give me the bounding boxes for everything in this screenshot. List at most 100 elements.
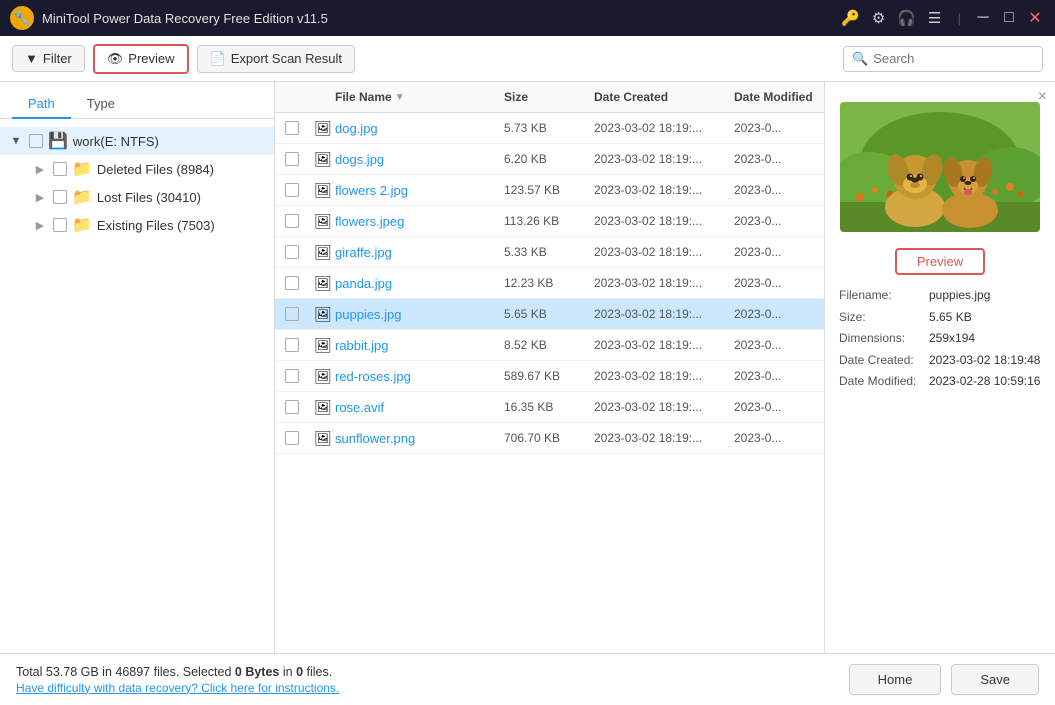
file-name: red-roses.jpg [335,369,411,384]
expand-icon[interactable]: ▼ [8,133,24,149]
date-modified-value: 2023-02-28 10:59:16 [929,371,1040,393]
file-tree: ▼ 💾 work(E: NTFS) ▶ 📁 Deleted Files (898… [0,119,274,653]
existing-folder-icon: 📁 [72,215,92,235]
tree-item-lost[interactable]: ▶ 📁 Lost Files (30410) [24,183,274,211]
filter-button[interactable]: ▼ Filter [12,45,85,72]
table-row[interactable]: 🖼 sunflower.png 706.70 KB 2023-03-02 18:… [275,423,824,454]
file-date-created: 2023-03-02 18:19:... [594,400,734,414]
lost-checkbox[interactable] [53,190,67,204]
help-link[interactable]: Have difficulty with data recovery? Clic… [16,681,339,695]
preview-icon: 👁 [107,51,124,67]
table-row[interactable]: 🖼 dog.jpg 5.73 KB 2023-03-02 18:19:... 2… [275,113,824,144]
deleted-label: Deleted Files (8984) [97,162,214,177]
preview-btn-container: Preview [835,248,1045,275]
meta-row-date-modified: Date Modified: 2023-02-28 10:59:16 [839,371,1041,393]
table-row[interactable]: 🖼 puppies.jpg 5.65 KB 2023-03-02 18:19:.… [275,299,824,330]
row-checkbox[interactable] [285,431,299,445]
key-icon[interactable]: 🔑 [840,7,862,29]
statusbar-summary: Total 53.78 GB in 46897 files. Selected … [16,665,339,679]
file-date-created: 2023-03-02 18:19:... [594,214,734,228]
row-checkbox[interactable] [285,276,299,290]
table-row[interactable]: 🖼 rose.avif 16.35 KB 2023-03-02 18:19:..… [275,392,824,423]
row-checkbox[interactable] [285,400,299,414]
row-checkbox[interactable] [285,245,299,259]
table-row[interactable]: 🖼 panda.jpg 12.23 KB 2023-03-02 18:19:..… [275,268,824,299]
header-size[interactable]: Size [504,90,594,104]
file-date-created: 2023-03-02 18:19:... [594,245,734,259]
root-label: work(E: NTFS) [73,134,159,149]
home-button[interactable]: Home [849,664,942,695]
minimize-button[interactable]: ─ [973,8,993,28]
meta-row-dimensions: Dimensions: 259x194 [839,328,1041,350]
size-value: 5.65 KB [929,307,972,329]
expand-existing-icon[interactable]: ▶ [32,217,48,233]
row-checkbox[interactable] [285,214,299,228]
row-checkbox[interactable] [285,369,299,383]
window-controls: 🔑 ⚙ 🎧 ☰ | ─ □ ✕ [840,7,1045,29]
tree-item-deleted[interactable]: ▶ 📁 Deleted Files (8984) [24,155,274,183]
size-label: Size: [839,307,929,329]
expand-deleted-icon[interactable]: ▶ [32,161,48,177]
existing-checkbox[interactable] [53,218,67,232]
headphones-icon[interactable]: 🎧 [896,7,918,29]
row-checkbox[interactable] [285,183,299,197]
file-date-modified: 2023-0... [734,245,814,259]
titlebar: 🔧 MiniTool Power Data Recovery Free Edit… [0,0,1055,36]
table-row[interactable]: 🖼 rabbit.jpg 8.52 KB 2023-03-02 18:19:..… [275,330,824,361]
file-type-icon: 🖼 [313,242,333,262]
file-name: rose.avif [335,400,384,415]
tab-type[interactable]: Type [71,90,131,119]
preview-close-button[interactable]: × [1038,88,1047,106]
table-row[interactable]: 🖼 flowers 2.jpg 123.57 KB 2023-03-02 18:… [275,175,824,206]
save-button[interactable]: Save [951,664,1039,695]
file-size: 589.67 KB [504,369,594,383]
root-checkbox[interactable] [29,134,43,148]
preview-action-button[interactable]: Preview [895,248,985,275]
search-box[interactable]: 🔍 [843,46,1043,72]
tab-path[interactable]: Path [12,90,71,119]
file-date-created: 2023-03-02 18:19:... [594,276,734,290]
tree-item-existing[interactable]: ▶ 📁 Existing Files (7503) [24,211,274,239]
file-size: 8.52 KB [504,338,594,352]
search-input[interactable] [873,51,1034,66]
dimensions-label: Dimensions: [839,328,929,350]
table-row[interactable]: 🖼 giraffe.jpg 5.33 KB 2023-03-02 18:19:.… [275,237,824,268]
table-row[interactable]: 🖼 red-roses.jpg 589.67 KB 2023-03-02 18:… [275,361,824,392]
export-button[interactable]: 📄 Export Scan Result [197,45,355,73]
file-size: 113.26 KB [504,214,594,228]
file-name: flowers.jpeg [335,214,404,229]
close-button[interactable]: ✕ [1025,8,1045,28]
row-checkbox[interactable] [285,152,299,166]
row-checkbox[interactable] [285,121,299,135]
circle-icon[interactable]: ⚙ [868,7,890,29]
statusbar-buttons: Home Save [849,664,1039,695]
export-icon: 📄 [210,51,226,67]
file-name: panda.jpg [335,276,392,291]
file-list: 🖼 dog.jpg 5.73 KB 2023-03-02 18:19:... 2… [275,113,824,653]
search-icon: 🔍 [852,51,868,67]
header-date-modified[interactable]: Date Modified [734,90,814,104]
deleted-checkbox[interactable] [53,162,67,176]
row-checkbox[interactable] [285,307,299,321]
file-name: sunflower.png [335,431,415,446]
menu-icon[interactable]: ☰ [924,7,946,29]
table-row[interactable]: 🖼 flowers.jpeg 113.26 KB 2023-03-02 18:1… [275,206,824,237]
sort-icon: ▼ [395,92,405,103]
in-text: in [279,665,296,679]
preview-metadata: Filename: puppies.jpg Size: 5.65 KB Dime… [835,285,1045,393]
table-row[interactable]: 🖼 dogs.jpg 6.20 KB 2023-03-02 18:19:... … [275,144,824,175]
expand-lost-icon[interactable]: ▶ [32,189,48,205]
preview-button[interactable]: 👁 Preview [93,44,189,74]
file-type-icon: 🖼 [313,149,333,169]
file-name: dog.jpg [335,121,378,136]
maximize-button[interactable]: □ [999,8,1019,28]
file-list-header: File Name ▼ Size Date Created Date Modif… [275,82,824,113]
app-icon: 🔧 [10,6,34,30]
row-checkbox[interactable] [285,338,299,352]
header-filename[interactable]: File Name ▼ [335,90,504,104]
hdd-icon: 💾 [48,131,68,151]
header-date-created[interactable]: Date Created [594,90,734,104]
tree-root-item[interactable]: ▼ 💾 work(E: NTFS) [0,127,274,155]
file-date-modified: 2023-0... [734,307,814,321]
date-modified-label: Date Modified: [839,371,929,393]
